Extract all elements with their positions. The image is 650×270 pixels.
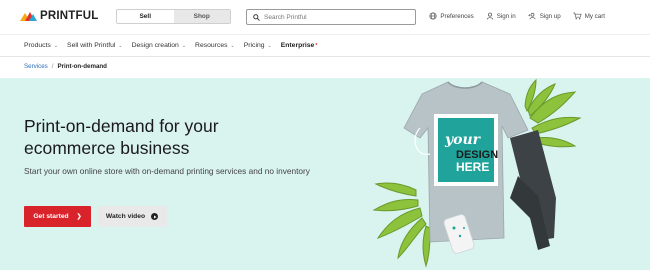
- watch-video-label: Watch video: [105, 213, 146, 220]
- palm-leaf-left: [372, 182, 431, 268]
- hero-title: Print-on-demand for your ecommerce busin…: [24, 116, 219, 158]
- sign-up-label: Sign up: [539, 12, 561, 20]
- nav-sell-with-printful[interactable]: Sell with Printful ⌄: [67, 42, 123, 49]
- sign-up-link[interactable]: Sign up: [528, 12, 561, 20]
- preferences-link[interactable]: Preferences: [429, 12, 474, 20]
- cart-label: My cart: [584, 12, 605, 20]
- chevron-down-icon: ⌄: [230, 42, 235, 49]
- nav-sell-label: Sell with Printful: [67, 42, 116, 49]
- sell-shop-switch: Sell Shop: [116, 9, 231, 24]
- nav-enterprise[interactable]: Enterprise *: [281, 42, 318, 49]
- breadcrumb-separator: /: [51, 63, 54, 70]
- account-links: Preferences Sign in Sign up My cart: [417, 12, 605, 20]
- get-started-label: Get started: [33, 213, 69, 220]
- chevron-down-icon: ⌄: [53, 42, 59, 49]
- search-box[interactable]: [246, 9, 416, 25]
- watch-video-button[interactable]: Watch video: [97, 206, 167, 227]
- play-icon: [151, 213, 159, 220]
- user-icon: [486, 12, 494, 20]
- chevron-down-icon: ⌄: [267, 42, 272, 49]
- logo-mark-icon: [20, 12, 37, 21]
- nav-design-creation[interactable]: Design creation ⌄: [132, 42, 186, 49]
- sign-in-label: Sign in: [496, 12, 516, 20]
- preferences-label: Preferences: [440, 12, 474, 20]
- breadcrumb-current: Print-on-demand: [57, 63, 107, 70]
- nav-resources-label: Resources: [195, 42, 228, 49]
- chevron-down-icon: ⌄: [118, 42, 123, 49]
- main-nav: Products ⌄ Sell with Printful ⌄ Design cre…: [0, 34, 650, 57]
- tshirt-product-image: your DESIGN HERE: [372, 78, 582, 268]
- enterprise-badge: *: [315, 42, 318, 49]
- hero-subtitle: Start your own online store with on-dema…: [24, 166, 310, 176]
- breadcrumb: Services / Print-on-demand: [24, 63, 107, 70]
- nav-pricing[interactable]: Pricing ⌄: [244, 42, 272, 49]
- sell-tab[interactable]: Sell: [117, 10, 174, 23]
- nav-products-label: Products: [24, 42, 51, 49]
- nav-resources[interactable]: Resources ⌄: [195, 42, 235, 49]
- search-input[interactable]: [264, 13, 404, 21]
- user-plus-icon: [528, 12, 537, 20]
- globe-icon: [429, 12, 437, 20]
- hero-section: Print-on-demand for your ecommerce busin…: [0, 78, 650, 270]
- nav-products[interactable]: Products ⌄: [24, 42, 58, 49]
- printful-logo[interactable]: PRINTFUL: [20, 10, 98, 22]
- get-started-button[interactable]: Get started ❯: [24, 206, 91, 227]
- nav-design-label: Design creation: [131, 42, 179, 49]
- shirt-text-here: HERE: [456, 160, 489, 174]
- chevron-right-icon: ❯: [76, 214, 82, 220]
- chevron-down-icon: ⌄: [181, 42, 187, 49]
- cart-icon: [573, 12, 582, 20]
- search-icon: [253, 13, 260, 21]
- breadcrumb-services-link[interactable]: Services: [24, 63, 48, 70]
- shop-tab[interactable]: Shop: [173, 10, 230, 23]
- sign-in-link[interactable]: Sign in: [486, 12, 516, 20]
- nav-enterprise-label: Enterprise: [280, 42, 315, 49]
- nav-pricing-label: Pricing: [243, 42, 265, 49]
- cart-link[interactable]: My cart: [573, 12, 605, 20]
- leggings: [510, 130, 556, 250]
- brand-name: PRINTFUL: [40, 10, 99, 22]
- shirt-text-your: your: [444, 132, 482, 148]
- top-bar: PRINTFUL Sell Shop Preferences Sign in: [0, 0, 650, 34]
